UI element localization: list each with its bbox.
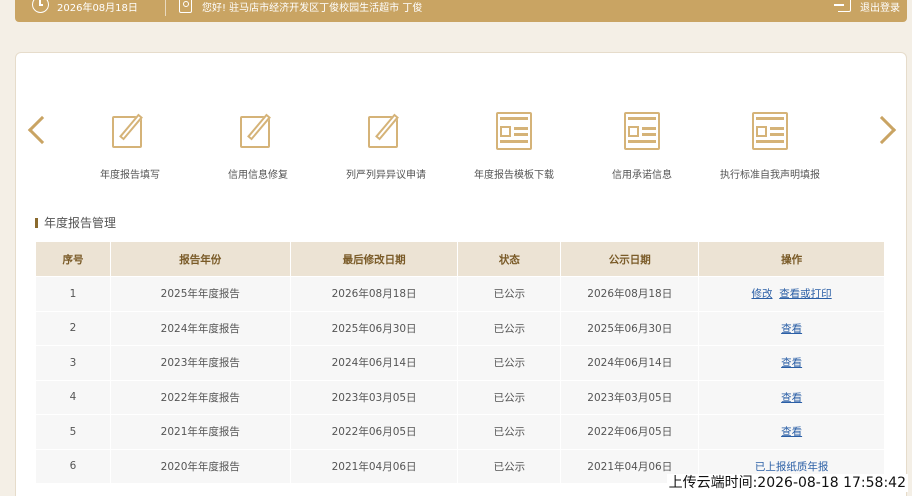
user-greeting: 您好! 驻马店市经济开发区丁俊校园生活超市 丁俊	[202, 3, 423, 14]
header-status: 状态	[457, 241, 562, 277]
view-link[interactable]: 查看	[781, 392, 802, 404]
cell-status: 已公示	[457, 276, 562, 312]
quicklink-label: 列严列异异议申请	[346, 170, 426, 181]
cell-status: 已公示	[457, 414, 562, 450]
cell-no: 6	[35, 448, 111, 484]
quicklink-objection-apply[interactable]: 列严列异异议申请	[316, 110, 456, 181]
cell-modified: 2025年06月30日	[289, 310, 459, 346]
cell-actions: 查看	[698, 345, 885, 381]
cell-no: 4	[35, 379, 111, 415]
quicklink-label: 信用承诺信息	[612, 170, 672, 181]
cell-year: 2023年年度报告	[109, 345, 291, 381]
cell-no: 2	[35, 310, 111, 346]
form-document-icon	[624, 110, 660, 150]
section-title-text: 年度报告管理	[44, 216, 117, 230]
annual-report-table: 序号 报告年份 最后修改日期 状态 公示日期 操作 1 2025年年度报告 20…	[35, 241, 885, 484]
form-document-icon	[496, 110, 532, 150]
logout-icon[interactable]	[834, 0, 851, 12]
cell-published: 2025年06月30日	[560, 310, 700, 346]
edit-document-icon	[368, 110, 404, 150]
cell-modified: 2026年08月18日	[289, 276, 459, 312]
cell-year: 2020年年度报告	[109, 448, 291, 484]
current-date: 2026年08月18日	[57, 3, 138, 14]
header-published: 公示日期	[560, 241, 700, 277]
view-link[interactable]: 查看	[781, 357, 802, 369]
title-marker	[35, 218, 38, 228]
cell-published: 2026年08月18日	[560, 276, 700, 312]
cell-status: 已公示	[457, 448, 562, 484]
quicklink-credit-repair[interactable]: 信用信息修复	[188, 110, 328, 181]
cell-published: 2024年06月14日	[560, 345, 700, 381]
cell-year: 2024年年度报告	[109, 310, 291, 346]
cell-status: 已公示	[457, 345, 562, 381]
user-icon	[179, 0, 192, 13]
quicklink-annual-report-fill[interactable]: 年度报告填写	[60, 110, 200, 181]
quicklink-label: 年度报告模板下载	[474, 170, 554, 181]
cell-modified: 2021年04月06日	[289, 448, 459, 484]
cell-published: 2023年03月05日	[560, 379, 700, 415]
table-row: 1 2025年年度报告 2026年08月18日 已公示 2026年08月18日 …	[35, 276, 885, 312]
quicklink-credit-commitment[interactable]: 信用承诺信息	[572, 110, 712, 181]
header-modified: 最后修改日期	[289, 241, 459, 277]
quicklink-template-download[interactable]: 年度报告模板下载	[444, 110, 584, 181]
paper-report-status: 已上报纸质年报	[754, 460, 829, 473]
edit-document-icon	[112, 110, 148, 150]
cell-actions: 查看	[698, 414, 885, 450]
cell-year: 2022年年度报告	[109, 379, 291, 415]
header-no: 序号	[35, 241, 111, 277]
cell-modified: 2022年06月05日	[289, 414, 459, 450]
quicklink-label: 年度报告填写	[100, 170, 160, 181]
cell-no: 5	[35, 414, 111, 450]
logout-link[interactable]: 退出登录	[860, 3, 900, 15]
cell-modified: 2024年06月14日	[289, 345, 459, 381]
divider	[165, 0, 166, 16]
cell-status: 已公示	[457, 310, 562, 346]
cell-year: 2025年年度报告	[109, 276, 291, 312]
cell-modified: 2023年03月05日	[289, 379, 459, 415]
header-actions: 操作	[698, 241, 885, 277]
view-print-link[interactable]: 查看或打印	[779, 288, 832, 300]
form-document-icon	[752, 110, 788, 150]
cell-no: 1	[35, 276, 111, 312]
table-header-row: 序号 报告年份 最后修改日期 状态 公示日期 操作	[35, 241, 885, 277]
clock-icon	[32, 0, 49, 13]
top-bar: 2026年08月18日 您好! 驻马店市经济开发区丁俊校园生活超市 丁俊 退出登…	[15, 0, 907, 22]
edit-link[interactable]: 修改	[752, 288, 773, 300]
table-row: 4 2022年年度报告 2023年03月05日 已公示 2023年03月05日 …	[35, 379, 885, 415]
cell-year: 2021年年度报告	[109, 414, 291, 450]
quicklink-standard-declaration[interactable]: 执行标准自我声明填报	[700, 110, 840, 181]
cell-status: 已公示	[457, 379, 562, 415]
header-year: 报告年份	[109, 241, 291, 277]
cell-actions: 修改 查看或打印	[698, 276, 885, 312]
edit-document-icon	[240, 110, 276, 150]
table-row: 2 2024年年度报告 2025年06月30日 已公示 2025年06月30日 …	[35, 310, 885, 346]
table-row: 3 2023年年度报告 2024年06月14日 已公示 2024年06月14日 …	[35, 345, 885, 381]
cell-published: 2022年06月05日	[560, 414, 700, 450]
section-title: 年度报告管理	[35, 215, 116, 231]
quicklink-label: 执行标准自我声明填报	[720, 170, 820, 181]
table-row: 5 2021年年度报告 2022年06月05日 已公示 2022年06月05日 …	[35, 414, 885, 450]
cell-no: 3	[35, 345, 111, 381]
cell-actions: 查看	[698, 310, 885, 346]
upload-timestamp-watermark: 上传云端时间:2026-08-18 17:58:42	[666, 474, 908, 492]
view-link[interactable]: 查看	[781, 323, 802, 335]
cell-actions: 查看	[698, 379, 885, 415]
quicklink-label: 信用信息修复	[228, 170, 288, 181]
view-link[interactable]: 查看	[781, 426, 802, 438]
